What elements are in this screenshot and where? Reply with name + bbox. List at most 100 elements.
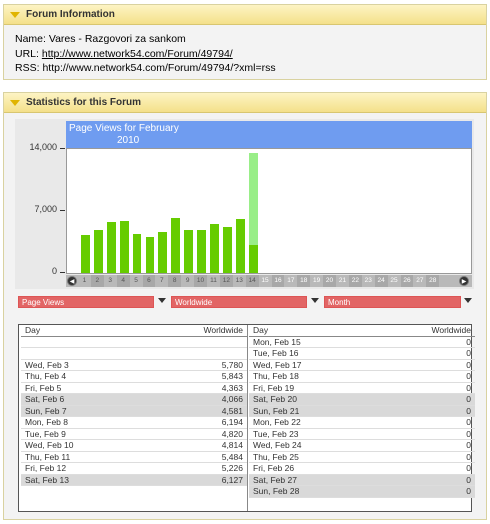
value-cell: 0 <box>466 336 471 347</box>
x-tick-label[interactable]: 16 <box>271 275 285 287</box>
x-tick-label[interactable]: 5 <box>130 275 143 287</box>
day-cell: Thu, Feb 25 <box>253 451 299 462</box>
table-row: Wed, Feb 3 5,780 <box>21 360 247 371</box>
x-tick-label[interactable]: 21 <box>336 275 349 287</box>
x-tick-label[interactable]: 12 <box>219 275 233 287</box>
x-tick-label[interactable]: 8 <box>168 275 182 287</box>
region-select[interactable]: Worldwide <box>171 296 307 308</box>
day-cell: Fri, Feb 12 <box>25 463 67 473</box>
stats-table-left-column: Day Worldwide Wed, Feb 3 5,780 Thu, Feb 4 5… <box>21 325 247 486</box>
x-tick-label[interactable]: 6 <box>142 275 156 287</box>
collapse-triangle-icon[interactable] <box>10 11 20 18</box>
x-tick-label[interactable]: 3 <box>104 275 117 287</box>
col-region-header: Worldwide <box>431 325 471 335</box>
x-tick-label[interactable]: 25 <box>388 275 401 287</box>
bar-day-12[interactable] <box>222 226 232 273</box>
forum-name: Vares - Razgovori za sankom <box>48 33 186 45</box>
x-tick-label[interactable]: 9 <box>181 275 194 287</box>
bar-day-8[interactable] <box>171 218 181 273</box>
column-divider <box>247 325 248 511</box>
day-cell: Wed, Feb 17 <box>253 359 302 370</box>
x-tick-label[interactable]: 1 <box>78 275 91 287</box>
value-cell: 0 <box>466 394 471 404</box>
prev-icon[interactable]: ◀ <box>67 276 77 286</box>
x-tick-label[interactable]: 15 <box>259 275 272 287</box>
day-cell: Sun, Feb 21 <box>253 405 300 416</box>
forum-info-panel: Forum Information Name: Vares - Razgovor… <box>3 4 487 80</box>
x-tick-label[interactable]: 11 <box>207 275 220 287</box>
chart-title-line2: 2010 <box>117 135 140 146</box>
chart-title-line1: Page Views for February <box>69 123 179 134</box>
value-cell: 6,194 <box>221 417 243 427</box>
bar-day-13[interactable] <box>235 218 245 273</box>
x-tick-label[interactable]: 7 <box>155 275 168 287</box>
bar-day-10[interactable] <box>197 230 206 273</box>
forum-url-link[interactable]: http://www.network54.com/Forum/49794/ <box>42 48 233 60</box>
x-tick-label[interactable]: 28 <box>426 275 440 287</box>
value-cell: 4,814 <box>221 440 243 450</box>
metric-dropdown-arrow-icon[interactable] <box>158 298 166 303</box>
table-row: Wed, Feb 24 0 <box>249 440 475 452</box>
x-tick-label[interactable]: 10 <box>194 275 207 287</box>
bar-day-7[interactable] <box>158 232 168 273</box>
bar-day-2[interactable] <box>93 229 103 273</box>
day-cell: Tue, Feb 16 <box>253 348 299 358</box>
period-dropdown-arrow-icon[interactable] <box>464 298 472 303</box>
statistics-header[interactable]: Statistics for this Forum <box>4 93 486 113</box>
x-tick-label[interactable]: 13 <box>233 275 246 287</box>
table-row: Thu, Feb 25 0 <box>249 451 475 463</box>
x-tick-label[interactable]: 19 <box>310 275 323 287</box>
forum-name-line: Name: Vares - Razgovori za sankom <box>15 33 186 45</box>
table-row: Fri, Feb 12 5,226 <box>21 463 247 475</box>
region-dropdown-arrow-icon[interactable] <box>311 298 319 303</box>
value-cell: 5,843 <box>221 371 243 381</box>
metric-select[interactable]: Page Views <box>18 296 154 308</box>
x-tick-label[interactable]: 27 <box>413 275 426 287</box>
value-cell: 0 <box>466 359 471 370</box>
table-header: Day Worldwide <box>249 325 475 337</box>
y-tick-label: 14,000 <box>29 142 57 152</box>
table-row: Tue, Feb 23 0 <box>249 429 475 440</box>
bar-day-3[interactable] <box>106 221 116 273</box>
table-row: Sat, Feb 27 0 <box>249 474 475 486</box>
col-day-header: Day <box>253 325 269 335</box>
bar-day-11[interactable] <box>210 224 219 273</box>
x-tick-label[interactable]: 23 <box>362 275 375 287</box>
value-cell: 4,363 <box>221 382 243 393</box>
value-cell: 0 <box>466 463 471 473</box>
forum-rss-line: RSS: http://www.network54.com/Forum/4979… <box>15 62 276 74</box>
x-tick-label[interactable]: 2 <box>90 275 104 287</box>
x-tick-label[interactable]: 14 <box>245 275 259 287</box>
x-tick-label[interactable]: 20 <box>323 275 336 287</box>
table-row: Mon, Feb 15 0 <box>249 336 475 348</box>
x-tick-label[interactable]: 24 <box>374 275 388 287</box>
forum-info-header[interactable]: Forum Information <box>4 5 486 25</box>
value-cell: 0 <box>466 371 471 381</box>
next-icon[interactable]: ▶ <box>459 276 469 286</box>
day-cell: Sat, Feb 20 <box>253 394 297 404</box>
value-cell: 0 <box>466 440 471 450</box>
x-tick-label[interactable]: 18 <box>297 275 311 287</box>
forum-url-line: URL: http://www.network54.com/Forum/4979… <box>15 48 233 60</box>
bar-day-6[interactable] <box>145 236 155 273</box>
value-cell: 0 <box>466 486 471 496</box>
col-region-header: Worldwide <box>203 325 243 335</box>
forum-info-title: Forum Information <box>26 9 115 20</box>
x-tick-label[interactable]: 26 <box>400 275 414 287</box>
value-cell: 6,127 <box>221 474 243 485</box>
x-tick-label[interactable]: 17 <box>284 275 297 287</box>
table-row <box>21 337 247 348</box>
bar-day-1[interactable] <box>81 234 90 273</box>
period-select[interactable]: Month <box>324 296 461 308</box>
table-row: Fri, Feb 19 0 <box>249 383 475 394</box>
bar-day-5[interactable] <box>132 234 142 273</box>
x-tick-label[interactable]: 4 <box>116 275 130 287</box>
bar-day-14[interactable] <box>248 244 258 273</box>
bar-day-4[interactable] <box>119 221 129 273</box>
collapse-triangle-icon[interactable] <box>10 99 20 106</box>
bar-day-9[interactable] <box>184 230 194 273</box>
x-tick-label[interactable]: 22 <box>348 275 362 287</box>
forum-rss-url[interactable]: http://www.network54.com/Forum/49794/?xm… <box>42 62 275 74</box>
day-cell: Sat, Feb 13 <box>25 474 69 485</box>
url-label: URL: <box>15 48 39 60</box>
